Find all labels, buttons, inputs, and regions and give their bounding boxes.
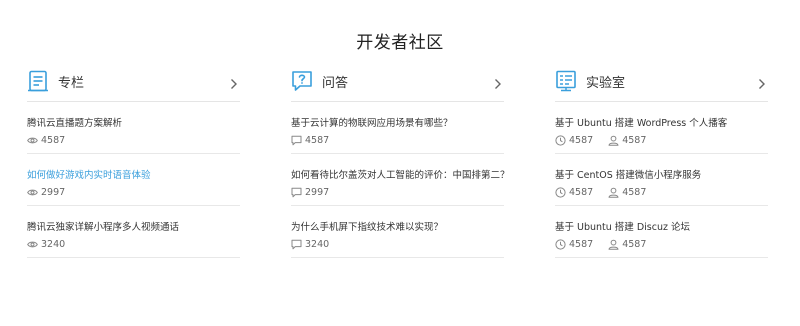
- answer-count: 2997: [305, 186, 330, 198]
- user-count: 4587: [622, 186, 647, 198]
- time-value: 4587: [569, 238, 594, 250]
- comment-icon: [291, 239, 302, 250]
- list-item[interactable]: 为什么手机屏下指纹技术难以实现？ 3240: [291, 206, 504, 258]
- item-meta: 4587: [27, 134, 65, 146]
- eye-icon: [27, 239, 38, 250]
- view-count: 3240: [41, 238, 66, 250]
- clock-icon: [555, 238, 566, 250]
- clock-icon: [555, 186, 566, 198]
- user-icon: [608, 239, 619, 250]
- column-title: 专栏: [58, 76, 85, 91]
- comment-icon: [291, 187, 302, 198]
- column-articles: 专栏 腾讯云直播题方案解析 4587 如何做好游戏内实时语音体验 2997 腾讯…: [27, 64, 240, 258]
- list-item[interactable]: 如何做好游戏内实时语音体验 2997: [27, 154, 240, 206]
- view-count: 4587: [41, 134, 66, 146]
- time-value: 4587: [569, 186, 594, 198]
- view-count: 2997: [41, 186, 66, 198]
- list-item[interactable]: 基于云计算的物联网应用场景有哪些？ 4587: [291, 102, 504, 154]
- list-item[interactable]: 如何看待比尔盖茨对人工智能的评价：中国排第二？ 2997: [291, 154, 510, 206]
- user-icon: [608, 187, 619, 198]
- users-stat: 4587: [608, 187, 646, 198]
- article-icon: [27, 70, 49, 92]
- item-title[interactable]: 腾讯云直播题方案解析: [27, 115, 122, 129]
- item-meta: 4587: [291, 134, 329, 146]
- column-header-articles[interactable]: 专栏: [27, 64, 240, 102]
- item-title[interactable]: 基于 Ubuntu 搭建 WordPress 个人播客: [555, 115, 727, 129]
- item-meta: 2997: [27, 186, 65, 198]
- time-stat: 4587: [555, 187, 593, 198]
- eye-icon: [27, 187, 38, 198]
- chevron-right-icon[interactable]: [758, 75, 766, 89]
- answer-count: 4587: [305, 134, 330, 146]
- list-item[interactable]: 腾讯云独家详解小程序多人视频通话 3240: [27, 206, 240, 258]
- item-title[interactable]: 腾讯云独家详解小程序多人视频通话: [27, 219, 179, 233]
- user-count: 4587: [622, 238, 647, 250]
- column-title: 实验室: [586, 76, 626, 91]
- users-stat: 4587: [608, 239, 646, 250]
- chevron-right-icon[interactable]: [494, 75, 502, 89]
- answer-count: 3240: [305, 238, 330, 250]
- eye-icon: [27, 135, 38, 146]
- item-meta: 4587 4587: [555, 186, 661, 198]
- item-title[interactable]: 基于云计算的物联网应用场景有哪些？: [291, 115, 453, 129]
- column-qa: 问答 基于云计算的物联网应用场景有哪些？ 4587 如何看待比尔盖茨对人工智能的…: [291, 64, 510, 258]
- column-lab: 实验室 基于 Ubuntu 搭建 WordPress 个人播客 4587 458…: [555, 64, 768, 258]
- item-title[interactable]: 为什么手机屏下指纹技术难以实现？: [291, 219, 443, 233]
- item-meta: 3240: [291, 238, 329, 250]
- lab-icon: [555, 70, 577, 92]
- list-item[interactable]: 基于 Ubuntu 搭建 WordPress 个人播客 4587 4587: [555, 102, 768, 154]
- comment-icon: [291, 135, 302, 146]
- time-stat: 4587: [555, 239, 593, 250]
- item-meta: 3240: [27, 238, 65, 250]
- item-meta: 4587 4587: [555, 238, 661, 250]
- user-icon: [608, 135, 619, 146]
- section-title: 开发者社区: [356, 33, 444, 53]
- column-header-lab[interactable]: 实验室: [555, 64, 768, 102]
- users-stat: 4587: [608, 135, 646, 146]
- list-item[interactable]: 基于 CentOS 搭建微信小程序服务 4587 4587: [555, 154, 768, 206]
- list-item[interactable]: 腾讯云直播题方案解析 4587: [27, 102, 240, 154]
- item-title[interactable]: 基于 CentOS 搭建微信小程序服务: [555, 167, 701, 181]
- user-count: 4587: [622, 134, 647, 146]
- question-icon: [291, 70, 313, 92]
- developer-community-section: 开发者社区 专栏 腾讯云直播题方案解析 4587 如何做好游戏内实时语音体验 2…: [0, 0, 800, 326]
- list-item[interactable]: 基于 Ubuntu 搭建 Discuz 论坛 4587 4587: [555, 206, 768, 258]
- item-meta: 2997: [291, 186, 329, 198]
- clock-icon: [555, 134, 566, 146]
- item-meta: 4587 4587: [555, 134, 661, 146]
- column-header-qa[interactable]: 问答: [291, 64, 504, 102]
- chevron-right-icon[interactable]: [230, 75, 238, 89]
- item-title[interactable]: 基于 Ubuntu 搭建 Discuz 论坛: [555, 219, 690, 233]
- column-title: 问答: [322, 76, 349, 91]
- time-value: 4587: [569, 134, 594, 146]
- item-title[interactable]: 如何做好游戏内实时语音体验: [27, 167, 151, 181]
- item-title[interactable]: 如何看待比尔盖茨对人工智能的评价：中国排第二？: [291, 167, 510, 181]
- time-stat: 4587: [555, 135, 593, 146]
